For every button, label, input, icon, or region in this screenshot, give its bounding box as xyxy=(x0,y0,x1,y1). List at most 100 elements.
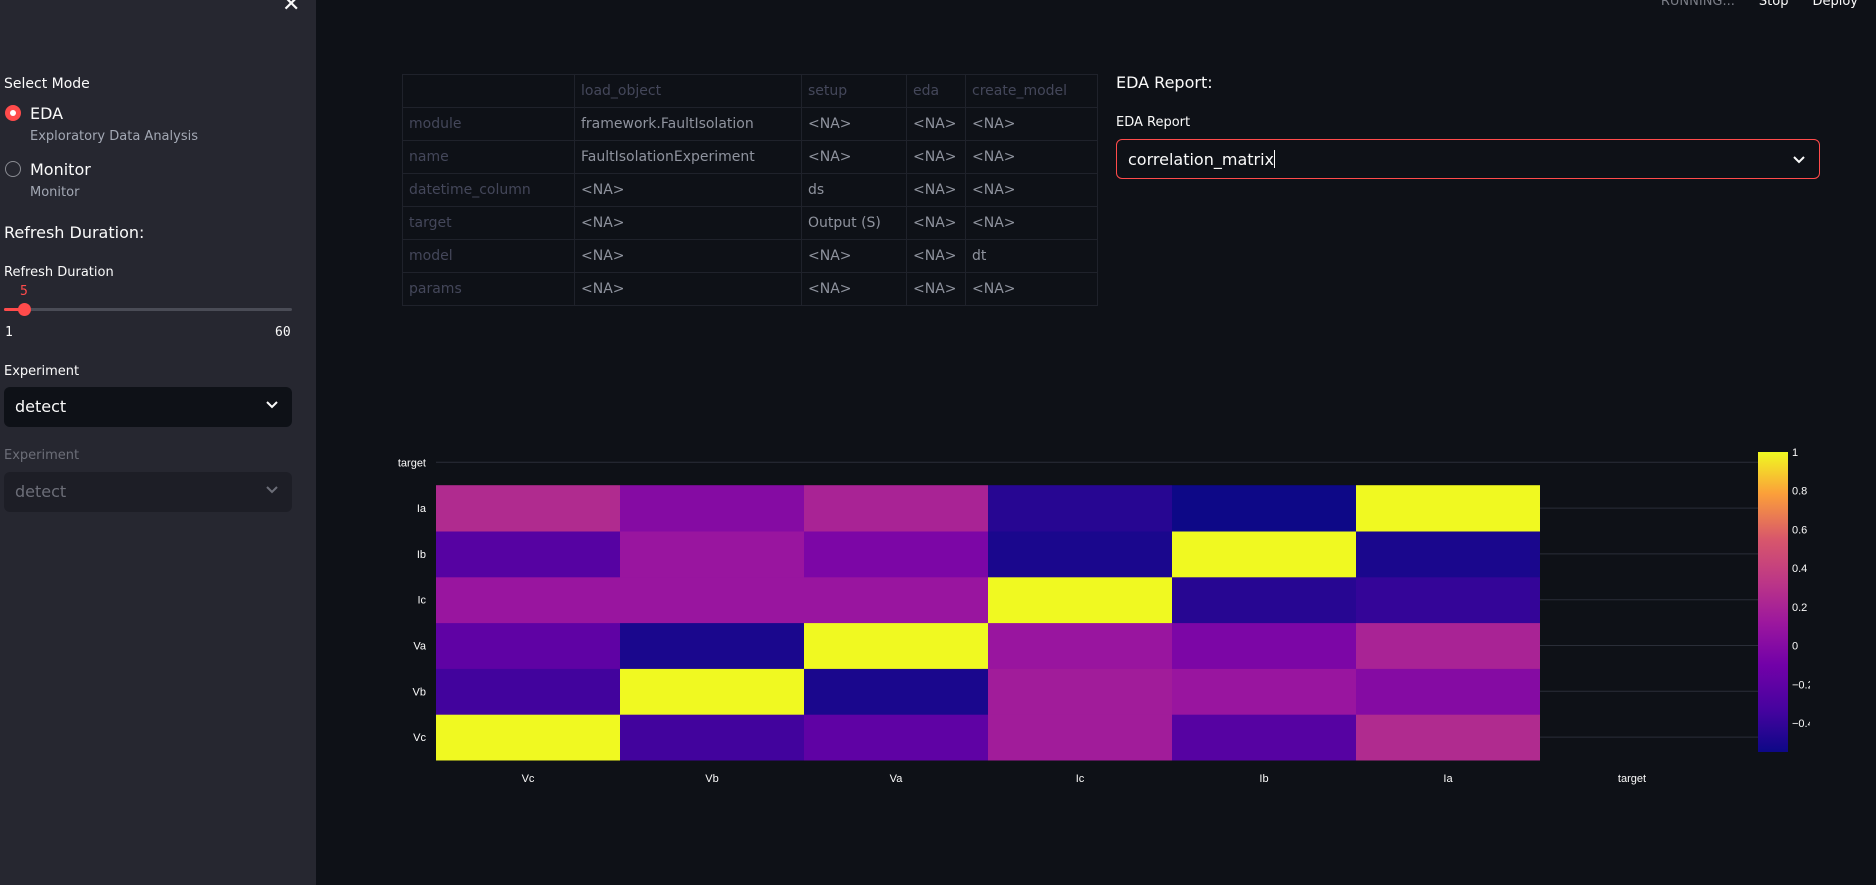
table-cell: <NA> xyxy=(965,173,1098,207)
colorbar-tick-label: 1 xyxy=(1792,447,1798,459)
table-row: target <NA> Output (S) <NA> <NA> xyxy=(402,206,1098,240)
heatmap-cell xyxy=(1356,668,1540,715)
experiment-label-disabled: Experiment xyxy=(4,448,80,463)
heatmap-cell xyxy=(620,485,804,532)
experiment-select-value: detect xyxy=(15,397,67,416)
eda-report-select-value: correlation_matrix xyxy=(1128,150,1276,169)
radio-monitor-label[interactable]: Monitor xyxy=(30,160,91,179)
colorbar-tick-label: 0.8 xyxy=(1792,486,1807,498)
heatmap-cell xyxy=(620,622,804,669)
colorbar-tick-label: 0 xyxy=(1792,641,1798,653)
heatmap-cell xyxy=(804,531,988,578)
radio-eda-caption: Exploratory Data Analysis xyxy=(30,129,198,144)
y-tick-label: Ia xyxy=(417,503,427,515)
heatmap-cell xyxy=(804,668,988,715)
sidebar: ✕ Select Mode EDA Exploratory Data Analy… xyxy=(0,0,316,885)
experiment-select[interactable]: detect xyxy=(4,387,292,427)
colorbar-tick-label: 0.6 xyxy=(1792,524,1807,536)
select-mode-label: Select Mode xyxy=(4,76,90,92)
heatmap-cell xyxy=(620,668,804,715)
table-cell: <NA> xyxy=(801,107,907,141)
heatmap-cell xyxy=(436,485,620,532)
heatmap-cell xyxy=(620,714,804,761)
x-tick-label: target xyxy=(1618,773,1646,785)
colorbar-tick-label: −0.4 xyxy=(1792,718,1810,730)
experiment-select-disabled: detect xyxy=(4,472,292,512)
heatmap-cell xyxy=(1172,668,1356,715)
x-tick-label: Ib xyxy=(1259,773,1268,785)
heatmap-cell xyxy=(620,576,804,624)
table-cell: <NA> xyxy=(801,140,907,174)
radio-monitor-caption: Monitor xyxy=(30,185,80,200)
colorbar xyxy=(1758,452,1788,752)
table-row: name FaultIsolationExperiment <NA> <NA> … xyxy=(402,140,1098,174)
x-tick-label: Vb xyxy=(705,773,718,785)
heatmap-cell xyxy=(804,576,988,624)
heatmap-cell xyxy=(436,622,620,669)
colorbar-tick-label: 0.2 xyxy=(1792,602,1807,614)
radio-eda-label[interactable]: EDA xyxy=(30,104,63,123)
x-tick-label: Ia xyxy=(1443,773,1453,785)
x-tick-label: Va xyxy=(890,773,904,785)
table-cell: <NA> xyxy=(801,272,907,306)
refresh-heading: Refresh Duration: xyxy=(4,223,145,242)
heatmap-cell xyxy=(436,576,620,624)
table-cell: Output (S) xyxy=(801,206,907,240)
stop-button[interactable]: Stop xyxy=(1759,0,1789,9)
heatmap-cell xyxy=(1356,576,1540,624)
table-cell: <NA> xyxy=(965,107,1098,141)
table-cell: <NA> xyxy=(965,272,1098,306)
x-tick-label: Ic xyxy=(1076,773,1085,785)
radio-eda[interactable] xyxy=(5,105,21,121)
refresh-slider-label: Refresh Duration xyxy=(4,265,114,280)
heatmap-cell xyxy=(620,531,804,578)
heatmap-cell xyxy=(1356,485,1540,532)
radio-monitor[interactable] xyxy=(5,161,21,177)
experiment-select-disabled-value: detect xyxy=(15,482,67,501)
table-row-index: module xyxy=(402,107,575,141)
table-cell: <NA> xyxy=(574,206,802,240)
heatmap-cell xyxy=(436,531,620,578)
eda-report-heading: EDA Report: xyxy=(1116,73,1213,92)
close-icon[interactable]: ✕ xyxy=(282,0,300,17)
heatmap-cell xyxy=(988,485,1172,532)
table-cell: <NA> xyxy=(906,206,966,240)
experiment-dataframe: load_object setup eda create_model modul… xyxy=(402,74,1098,306)
table-header-row: load_object setup eda create_model xyxy=(402,74,1098,108)
top-toolbar: RUNNING... Stop Deploy xyxy=(1661,0,1858,9)
heatmap-cell xyxy=(1356,714,1540,761)
running-status: RUNNING... xyxy=(1660,0,1735,9)
table-row: datetime_column <NA> ds <NA> <NA> xyxy=(402,173,1098,207)
heatmap-cell xyxy=(1172,622,1356,669)
heatmap-cell xyxy=(1356,531,1540,578)
heatmap-cell xyxy=(1172,485,1356,532)
table-cell: <NA> xyxy=(965,140,1098,174)
eda-report-label: EDA Report xyxy=(1116,115,1191,130)
heatmap-cell xyxy=(436,668,620,715)
table-row: module framework.FaultIsolation <NA> <NA… xyxy=(402,107,1098,141)
refresh-slider-track[interactable] xyxy=(4,308,292,311)
refresh-slider-value: 5 xyxy=(20,284,28,299)
heatmap-cell xyxy=(988,714,1172,761)
chevron-down-icon xyxy=(1793,156,1805,164)
x-tick-label: Vc xyxy=(522,773,535,785)
refresh-slider-thumb[interactable] xyxy=(18,303,31,316)
y-tick-label: Va xyxy=(413,641,427,653)
refresh-slider-min: 1 xyxy=(5,325,13,340)
heatmap-cell xyxy=(1356,622,1540,669)
table-header: eda xyxy=(906,74,966,108)
table-row-index: name xyxy=(402,140,575,174)
heatmap-cell xyxy=(1172,576,1356,624)
chevron-down-icon xyxy=(266,486,278,494)
eda-report-select[interactable]: correlation_matrix xyxy=(1116,139,1820,179)
table-cell: <NA> xyxy=(906,173,966,207)
y-tick-label: Ib xyxy=(417,549,426,561)
table-cell: FaultIsolationExperiment xyxy=(574,140,802,174)
deploy-button[interactable]: Deploy xyxy=(1812,0,1858,9)
colorbar-tick-label: 0.4 xyxy=(1792,563,1807,575)
table-header xyxy=(402,74,575,108)
table-cell: <NA> xyxy=(906,239,966,273)
table-cell: <NA> xyxy=(906,140,966,174)
heatmap-cell xyxy=(804,622,988,669)
heatmap-cell xyxy=(1172,531,1356,578)
